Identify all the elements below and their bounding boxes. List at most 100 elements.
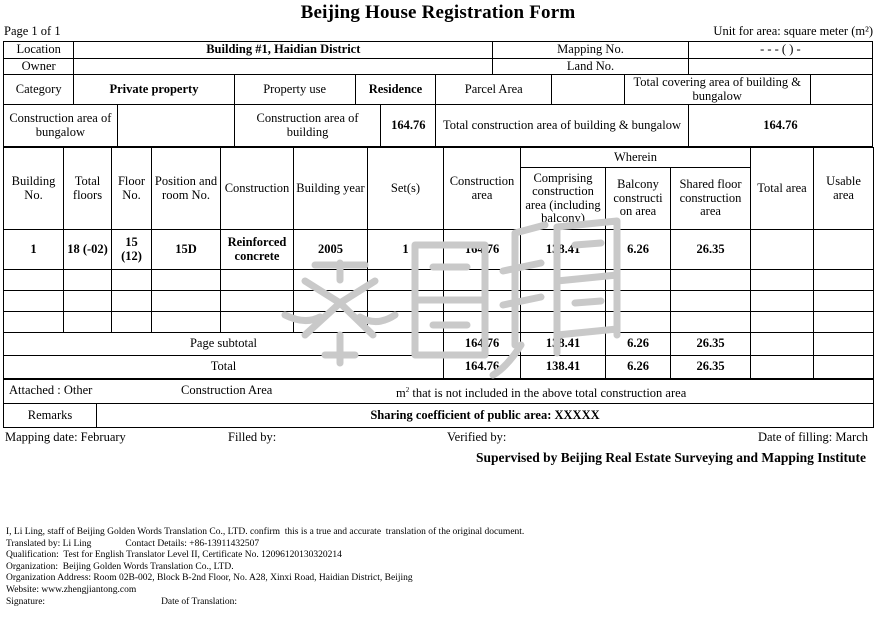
cell-empty[interactable] xyxy=(151,311,221,333)
translator-translated-by-line: Translated by: Li Ling Contact Details: +… xyxy=(6,539,524,551)
translator-signature-line: Signature: Date of Translation: xyxy=(6,597,524,609)
cell-empty[interactable] xyxy=(443,311,521,333)
signature-line: Mapping date: February Filled by: Verifi… xyxy=(0,430,876,449)
location-row: Location Building #1, Haidian District M… xyxy=(2,41,874,59)
cell-empty[interactable] xyxy=(669,290,752,312)
verified-by-label: Verified by: xyxy=(447,430,507,444)
cell-empty[interactable] xyxy=(605,311,671,333)
cell-empty[interactable] xyxy=(111,269,152,291)
date-of-filling-label: Date of filling: March xyxy=(757,430,868,444)
total-comprising-area: 138.41 xyxy=(520,355,606,379)
total-construction-area: 164.76 xyxy=(443,355,521,379)
remarks-row: Remarks Sharing coefficient of public ar… xyxy=(3,403,874,428)
remarks-value[interactable]: Sharing coefficient of public area: XXXX… xyxy=(96,403,874,428)
col-total-area: Total area xyxy=(750,147,815,230)
attached-row: Attached : Other Construction Area m2 th… xyxy=(3,379,874,404)
cell-empty[interactable] xyxy=(63,269,112,291)
cell-empty[interactable] xyxy=(605,290,671,312)
table-row-empty[interactable] xyxy=(3,269,875,291)
cell-empty[interactable] xyxy=(220,269,294,291)
unit-label: Unit for area: square meter (m²) xyxy=(713,24,873,38)
translator-website: Website: www.zhengjiantong.com xyxy=(6,584,137,595)
cell-empty[interactable] xyxy=(3,290,64,312)
cell-empty[interactable] xyxy=(750,290,815,312)
cell-empty[interactable] xyxy=(293,269,368,291)
cell-empty[interactable] xyxy=(220,311,294,333)
mapping-date-label: Mapping date: February xyxy=(5,430,126,444)
cell-empty[interactable] xyxy=(63,290,112,312)
cell-usable-area[interactable] xyxy=(813,229,875,270)
owner-value-cell[interactable] xyxy=(73,57,494,75)
cell-sets[interactable]: 1 xyxy=(367,229,444,270)
table-row[interactable]: 1 18 (-02) 15 (12) 15D Reinforced concre… xyxy=(3,229,875,270)
bungalow-area-value-cell[interactable] xyxy=(116,104,235,147)
land-no-label-cell: Land No. xyxy=(492,57,689,75)
cell-empty[interactable] xyxy=(669,311,752,333)
cell-comprising-area[interactable]: 138.41 xyxy=(520,229,606,270)
location-label-cell: Location xyxy=(2,41,75,59)
cell-empty[interactable] xyxy=(443,290,521,312)
cell-empty[interactable] xyxy=(750,311,815,333)
col-building-year: Building year xyxy=(293,147,368,230)
cell-total-area[interactable] xyxy=(750,229,815,270)
cell-construction[interactable]: Reinforced concrete xyxy=(220,229,294,270)
page-subtotal-usable-area xyxy=(813,332,875,356)
cell-empty[interactable] xyxy=(63,311,112,333)
cell-empty[interactable] xyxy=(605,269,671,291)
col-usable-area: Usable area xyxy=(813,147,875,230)
table-group-header-row: Building No. Total floors Floor No. Posi… xyxy=(3,147,875,230)
mapping-no-value-cell[interactable]: - - - ( ) - xyxy=(687,41,874,59)
cell-building-no[interactable]: 1 xyxy=(3,229,64,270)
cell-empty[interactable] xyxy=(111,290,152,312)
construction-area-row: Construction area of bungalow Constructi… xyxy=(3,104,874,147)
attached-label: Attached : Other xyxy=(9,383,93,397)
cell-empty[interactable] xyxy=(813,290,875,312)
page-subtotal-comprising-area: 138.41 xyxy=(520,332,606,356)
cell-empty[interactable] xyxy=(520,269,606,291)
cell-shared-floor-area[interactable]: 26.35 xyxy=(669,229,752,270)
cell-empty[interactable] xyxy=(750,269,815,291)
cell-empty[interactable] xyxy=(293,311,368,333)
cell-empty[interactable] xyxy=(520,290,606,312)
category-label-cell: Category xyxy=(2,74,75,105)
cell-empty[interactable] xyxy=(293,290,368,312)
cell-empty[interactable] xyxy=(813,311,875,333)
cell-empty[interactable] xyxy=(520,311,606,333)
property-use-label-cell: Property use xyxy=(233,74,356,105)
cell-empty[interactable] xyxy=(151,269,221,291)
date-of-translation-label: Date of Translation: xyxy=(161,596,238,607)
cell-position-room-no[interactable]: 15D xyxy=(151,229,221,270)
col-shared-floor-area: Shared floor construction area xyxy=(669,167,752,230)
cell-empty[interactable] xyxy=(111,311,152,333)
cell-empty[interactable] xyxy=(3,269,64,291)
cell-empty[interactable] xyxy=(367,269,444,291)
property-use-value-cell[interactable]: Residence xyxy=(354,74,437,105)
page-subtotal-label: Page subtotal xyxy=(3,332,444,356)
location-value-cell[interactable]: Building #1, Haidian District xyxy=(73,41,494,59)
total-covering-value-cell[interactable] xyxy=(809,74,874,105)
cell-construction-area[interactable]: 164.76 xyxy=(443,229,521,270)
property-info-table: Location Building #1, Haidian District M… xyxy=(2,41,874,147)
cell-empty[interactable] xyxy=(3,311,64,333)
table-row-empty[interactable] xyxy=(3,311,875,333)
cell-floor-no-sub: (12) xyxy=(121,248,142,263)
cell-total-floors[interactable]: 18 (-02) xyxy=(63,229,112,270)
cell-empty[interactable] xyxy=(367,290,444,312)
building-area-value-cell[interactable]: 164.76 xyxy=(380,104,437,147)
cell-empty[interactable] xyxy=(669,269,752,291)
col-group-wherein: Wherein xyxy=(519,147,752,168)
category-value-cell[interactable]: Private property xyxy=(73,74,235,105)
parcel-area-value-cell[interactable] xyxy=(551,74,625,105)
cell-empty[interactable] xyxy=(220,290,294,312)
land-no-value-cell[interactable] xyxy=(687,57,874,75)
cell-floor-no[interactable]: 15 (12) xyxy=(111,229,152,270)
cell-building-year[interactable]: 2005 xyxy=(293,229,368,270)
cell-empty[interactable] xyxy=(443,269,521,291)
cell-balcony-area[interactable]: 6.26 xyxy=(605,229,671,270)
table-row-empty[interactable] xyxy=(3,290,875,312)
cell-empty[interactable] xyxy=(151,290,221,312)
translated-by: Translated by: Li Ling xyxy=(6,538,92,549)
total-construction-value-cell[interactable]: 164.76 xyxy=(687,104,874,147)
cell-empty[interactable] xyxy=(367,311,444,333)
cell-empty[interactable] xyxy=(813,269,875,291)
